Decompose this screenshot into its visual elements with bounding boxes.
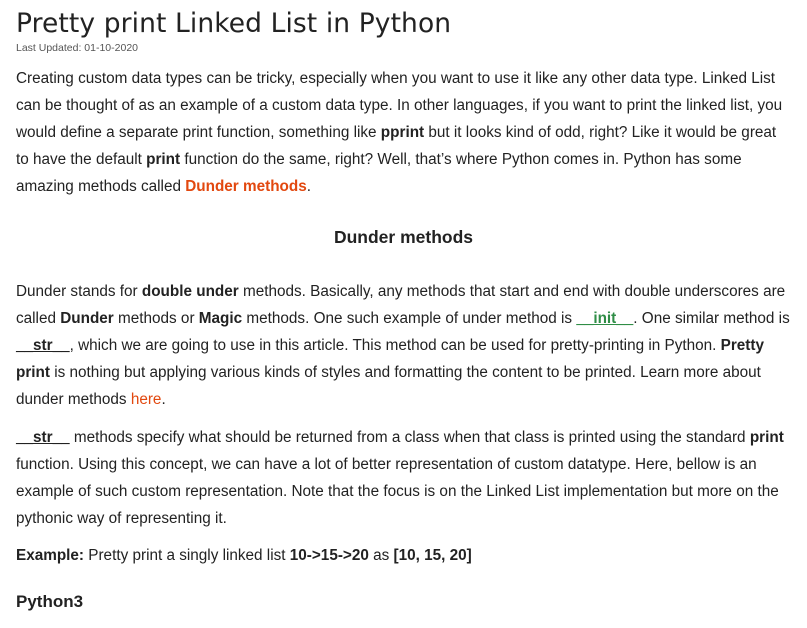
- str-code-bold-2: __str__: [16, 429, 70, 446]
- list-output-bold: [10, 15, 20]: [393, 547, 472, 564]
- example-text-2: as: [368, 547, 394, 564]
- p3-text-2: function. Using this concept, we can hav…: [16, 456, 779, 527]
- p2-text-4: methods. One such example of under metho…: [242, 310, 577, 327]
- init-code-link[interactable]: __init__: [576, 310, 633, 327]
- str-code-bold: __str__: [16, 337, 70, 354]
- str-paragraph: __str__ methods specify what should be r…: [16, 424, 791, 532]
- last-updated-date: Last Updated: 01-10-2020: [16, 42, 139, 54]
- dunder-paragraph: Dunder stands for double under methods. …: [16, 278, 791, 413]
- article: Pretty print Linked List in Python Last …: [16, 0, 791, 613]
- p2-text-6: , which we are going to use in this arti…: [69, 337, 721, 354]
- page-title: Pretty print Linked List in Python: [16, 8, 452, 39]
- here-link[interactable]: here: [131, 391, 162, 408]
- intro-text-4: .: [306, 178, 311, 195]
- p2-text-1: Dunder stands for: [16, 283, 142, 300]
- double-under-bold: double under: [141, 283, 239, 300]
- magic-bold: Magic: [198, 310, 243, 327]
- linked-list-arrow-bold: 10->15->20: [289, 547, 369, 564]
- p2-text-3: methods or: [113, 310, 199, 327]
- p2-text-5: . One similar method is: [633, 310, 790, 327]
- print-bold: print: [146, 151, 181, 168]
- dunder-bold: Dunder: [60, 310, 114, 327]
- dunder-methods-link[interactable]: Dunder methods: [185, 178, 307, 195]
- p2-text-7: is nothing but applying various kinds of…: [16, 364, 761, 408]
- code-language-heading: Python3: [16, 592, 84, 611]
- pprint-bold: pprint: [380, 124, 425, 141]
- print-bold-2: print: [749, 429, 784, 446]
- intro-paragraph: Creating custom data types can be tricky…: [16, 65, 791, 200]
- p3-text-1: methods specify what should be returned …: [69, 429, 750, 446]
- example-label: Example:: [16, 547, 85, 564]
- example-text-1: Pretty print a singly linked list: [84, 547, 290, 564]
- p2-text-8: .: [161, 391, 166, 408]
- section-heading-dunder-methods: Dunder methods: [333, 227, 474, 247]
- example-paragraph: Example: Pretty print a singly linked li…: [16, 542, 791, 569]
